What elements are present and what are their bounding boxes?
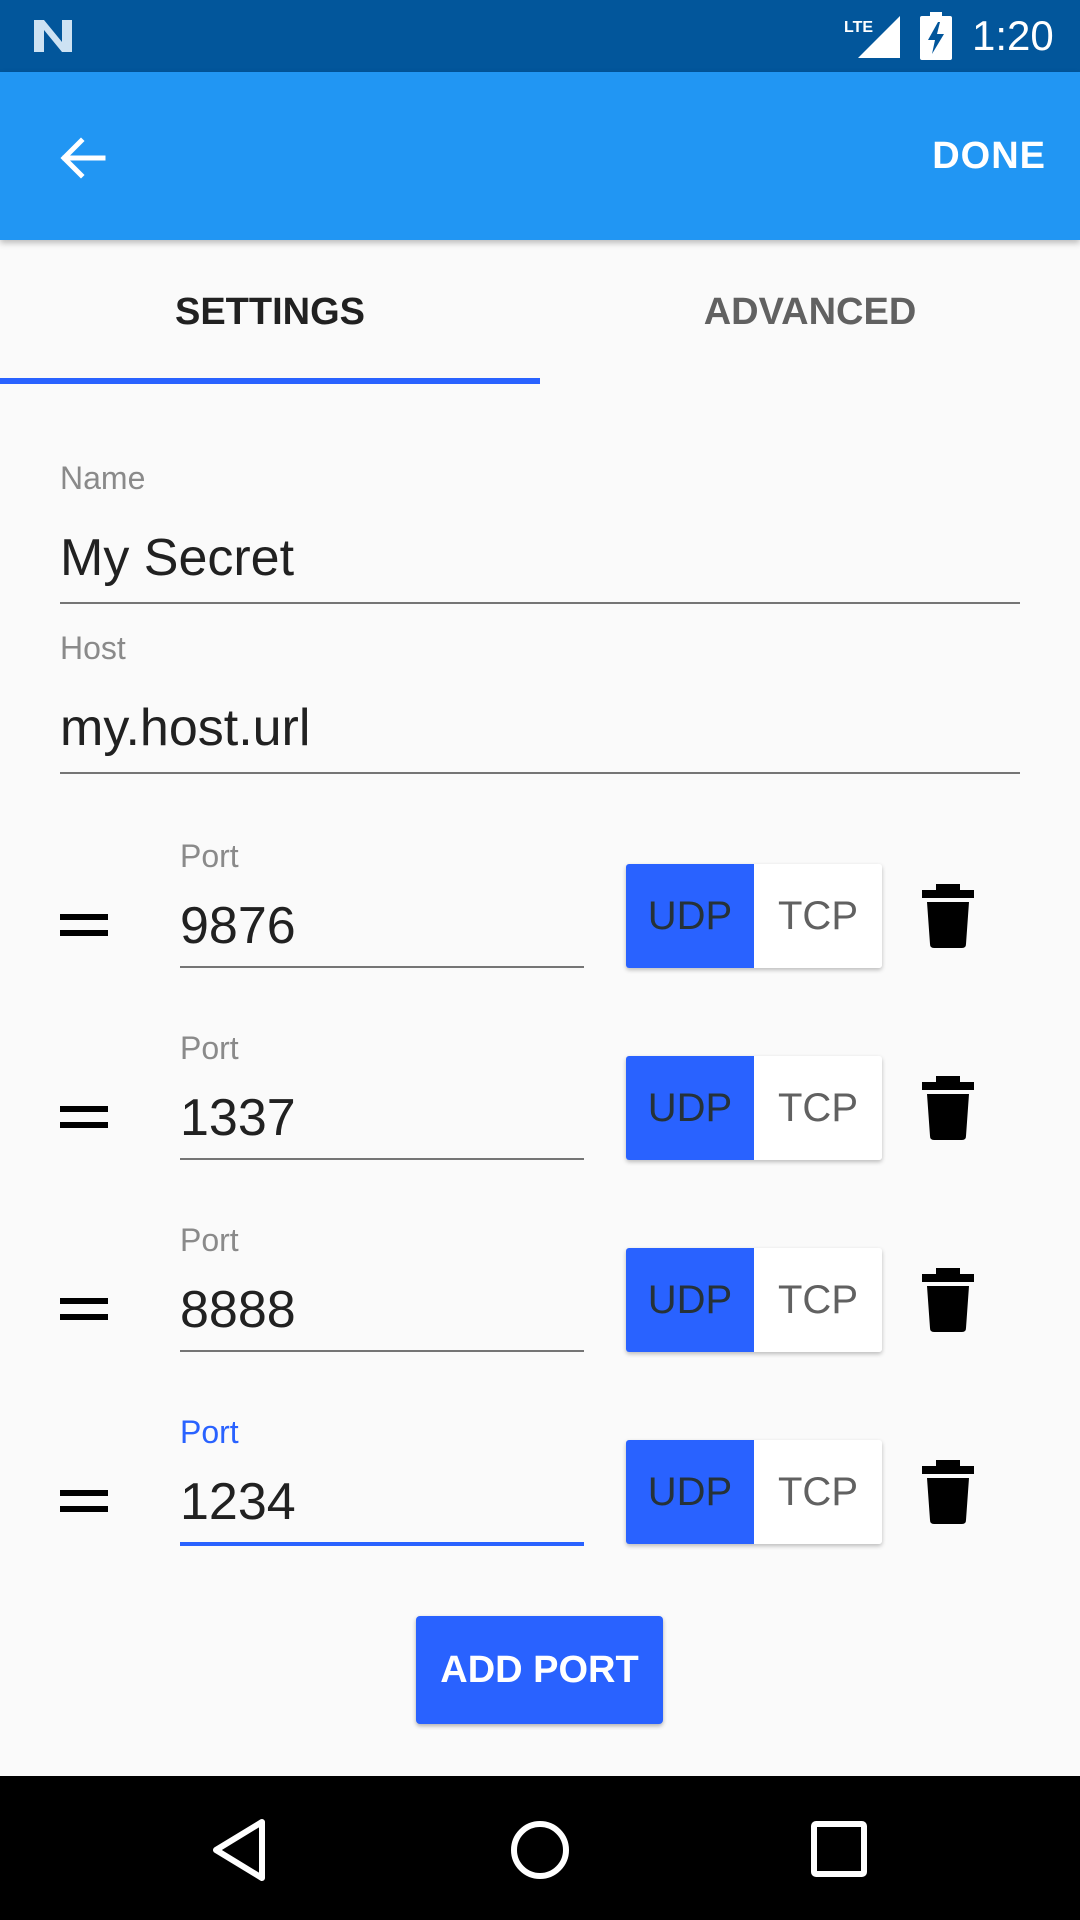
host-field[interactable]: Host my.host.url	[60, 630, 1020, 778]
port-field[interactable]: Port 1337	[180, 1024, 584, 1164]
network-label: LTE	[844, 19, 873, 36]
name-label: Name	[60, 460, 146, 496]
port-underline	[180, 966, 584, 968]
protocol-toggle: UDP TCP	[626, 864, 882, 968]
app-bar: DONE	[0, 72, 1080, 240]
host-underline	[60, 772, 1020, 774]
port-input[interactable]: 8888	[180, 1280, 296, 1340]
port-row: Port 9876 UDP TCP	[0, 832, 1080, 1002]
status-bar: LTE 1:20	[0, 0, 1080, 72]
tcp-option[interactable]: TCP	[754, 864, 882, 968]
port-label: Port	[180, 838, 239, 874]
delete-icon[interactable]	[920, 1460, 976, 1524]
udp-option[interactable]: UDP	[626, 1248, 754, 1352]
back-button[interactable]	[40, 116, 124, 200]
done-button[interactable]: DONE	[932, 124, 1046, 188]
port-field[interactable]: Port 8888	[180, 1216, 584, 1356]
back-triangle-icon[interactable]	[200, 1814, 280, 1886]
name-input[interactable]: My Secret	[60, 528, 294, 588]
drag-handle-icon[interactable]	[60, 1490, 108, 1520]
tcp-option[interactable]: TCP	[754, 1248, 882, 1352]
tab-settings[interactable]: SETTINGS	[0, 240, 540, 384]
n-logo-icon	[34, 20, 72, 52]
tcp-option[interactable]: TCP	[754, 1440, 882, 1544]
name-field[interactable]: Name My Secret	[60, 460, 1020, 608]
tab-indicator	[0, 378, 540, 384]
udp-option[interactable]: UDP	[626, 1056, 754, 1160]
port-row: Port 1234 UDP TCP	[0, 1408, 1080, 1578]
port-underline	[180, 1158, 584, 1160]
arrow-back-icon	[60, 137, 106, 179]
tab-bar: SETTINGS ADVANCED	[0, 240, 1080, 384]
clock: 1:20	[972, 12, 1054, 59]
protocol-toggle: UDP TCP	[626, 1440, 882, 1544]
name-underline	[60, 602, 1020, 604]
lte-signal-icon: LTE	[844, 16, 900, 58]
home-circle-icon[interactable]	[500, 1814, 580, 1886]
port-underline	[180, 1542, 584, 1546]
add-port-button[interactable]: ADD PORT	[416, 1616, 663, 1724]
delete-icon[interactable]	[920, 1076, 976, 1140]
protocol-toggle: UDP TCP	[626, 1056, 882, 1160]
drag-handle-icon[interactable]	[60, 914, 108, 944]
udp-option[interactable]: UDP	[626, 864, 754, 968]
udp-option[interactable]: UDP	[626, 1440, 754, 1544]
protocol-toggle: UDP TCP	[626, 1248, 882, 1352]
battery-charging-icon	[920, 12, 952, 60]
port-row: Port 1337 UDP TCP	[0, 1024, 1080, 1194]
drag-handle-icon[interactable]	[60, 1298, 108, 1328]
port-input[interactable]: 1337	[180, 1088, 296, 1148]
tab-advanced[interactable]: ADVANCED	[540, 240, 1080, 384]
port-label: Port	[180, 1222, 239, 1258]
port-input[interactable]: 1234	[180, 1472, 296, 1532]
recents-square-icon[interactable]	[800, 1814, 880, 1886]
port-row: Port 8888 UDP TCP	[0, 1216, 1080, 1386]
drag-handle-icon[interactable]	[60, 1106, 108, 1136]
navigation-bar	[0, 1776, 1080, 1920]
host-label: Host	[60, 630, 126, 666]
port-underline	[180, 1350, 584, 1352]
port-label: Port	[180, 1414, 239, 1450]
host-input[interactable]: my.host.url	[60, 698, 310, 758]
port-field[interactable]: Port 1234	[180, 1408, 584, 1548]
delete-icon[interactable]	[920, 1268, 976, 1332]
port-input[interactable]: 9876	[180, 896, 296, 956]
delete-icon[interactable]	[920, 884, 976, 948]
port-label: Port	[180, 1030, 239, 1066]
port-field[interactable]: Port 9876	[180, 832, 584, 972]
tcp-option[interactable]: TCP	[754, 1056, 882, 1160]
